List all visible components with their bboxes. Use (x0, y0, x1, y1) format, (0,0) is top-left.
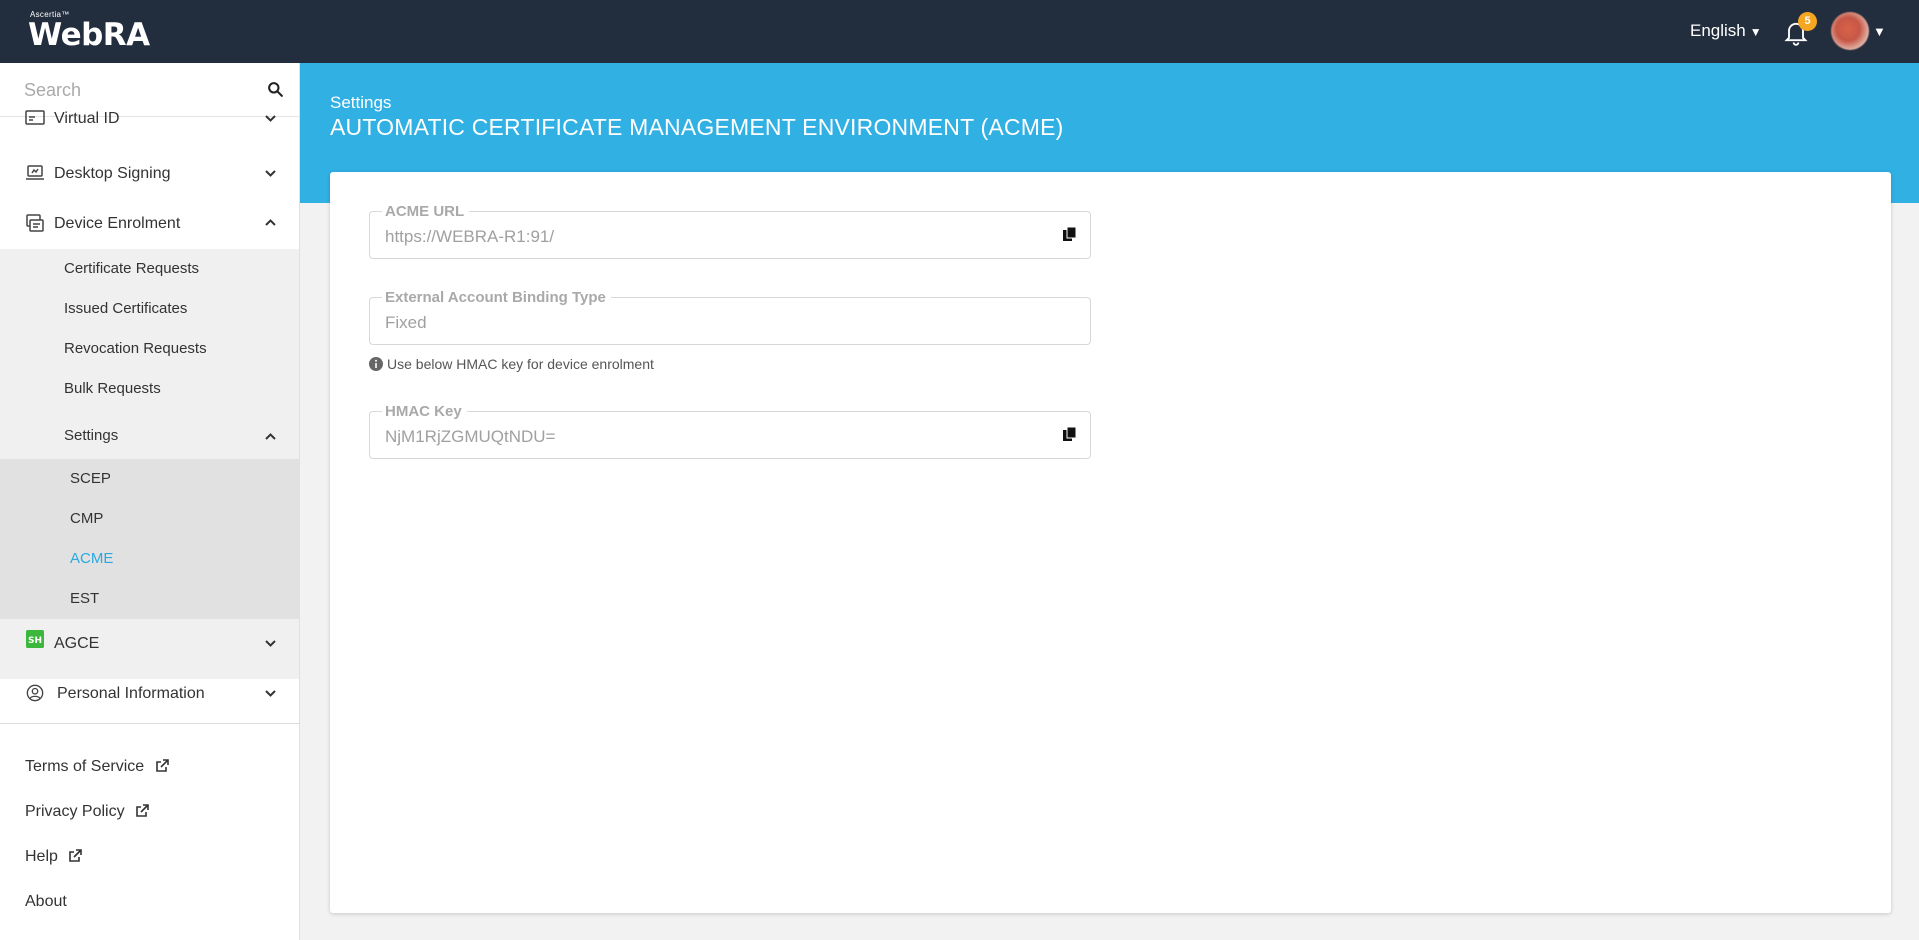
field-label: HMAC Key (382, 403, 467, 420)
agce-icon: SH (26, 630, 44, 648)
sidebar-item-device-enrolment[interactable]: Device Enrolment (0, 199, 299, 249)
breadcrumb: Settings (330, 93, 392, 112)
top-bar: Ascertia™ WebRA English ▼ 5 ▼ (0, 0, 1919, 63)
chevron-up-icon (265, 433, 276, 440)
sidebar-item-cmp[interactable]: CMP (0, 499, 299, 539)
link-label: Help (25, 848, 58, 865)
sidebar-item-agce[interactable]: SH AGCE (0, 619, 299, 669)
svg-text:SH: SH (28, 636, 42, 646)
sidebar: Virtual ID Desktop Signing Device Enrolm… (0, 63, 300, 940)
sidebar-item-bulk-requests[interactable]: Bulk Requests (0, 369, 299, 409)
sidebar-item-label: Bulk Requests (64, 380, 161, 397)
logo-brand: WebRA (28, 17, 150, 53)
language-label: English (1690, 21, 1746, 40)
hint-text: Use below HMAC key for device enrolment (387, 356, 654, 372)
device-enrolment-icon (26, 214, 44, 232)
notification-badge: 5 (1798, 12, 1817, 31)
chevron-up-icon (265, 219, 276, 226)
acme-url-value: https://WEBRA-R1:91/ (385, 227, 555, 246)
sidebar-item-label: Device Enrolment (54, 215, 181, 232)
sidebar-item-virtual-id[interactable]: Virtual ID (0, 100, 299, 150)
sidebar-item-settings[interactable]: Settings (0, 413, 299, 459)
virtual-id-icon (25, 110, 45, 125)
sidebar-item-label: AGCE (54, 635, 100, 652)
chevron-down-icon (265, 640, 276, 647)
link-label: Privacy Policy (25, 803, 125, 820)
avatar[interactable] (1831, 12, 1869, 50)
about-link[interactable]: About (25, 893, 67, 911)
page-title: AUTOMATIC CERTIFICATE MANAGEMENT ENVIRON… (330, 114, 1064, 140)
chevron-down-icon (265, 170, 276, 177)
hmac-key-field[interactable]: HMAC Key NjM1RjZGMUQtNDU= (369, 403, 1091, 459)
language-selector[interactable]: English ▼ (1690, 21, 1762, 41)
sidebar-item-personal-information[interactable]: Personal Information (0, 669, 299, 719)
sidebar-item-acme[interactable]: ACME (0, 539, 299, 579)
hmac-hint: Use below HMAC key for device enrolment (369, 356, 654, 372)
field-label: ACME URL (382, 203, 470, 220)
copy-icon[interactable] (1062, 226, 1078, 243)
sidebar-divider (0, 723, 299, 724)
settings-submenu: SCEP CMP ACME EST (0, 459, 299, 619)
sidebar-item-label: SCEP (70, 470, 111, 487)
desktop-signing-icon (26, 165, 44, 180)
hmac-key-value: NjM1RjZGMUQtNDU= (385, 427, 556, 446)
terms-of-service-link[interactable]: Terms of Service (25, 758, 169, 776)
sidebar-item-label: Personal Information (57, 685, 205, 702)
content-card (330, 172, 1891, 913)
external-link-icon (69, 849, 83, 862)
sidebar-item-label: Certificate Requests (64, 260, 200, 277)
link-label: About (25, 893, 67, 910)
external-account-binding-type-field[interactable]: External Account Binding Type Fixed (369, 289, 1091, 345)
external-link-icon (136, 804, 149, 817)
privacy-policy-link[interactable]: Privacy Policy (25, 803, 149, 821)
copy-icon[interactable] (1062, 426, 1078, 443)
sidebar-item-label: CMP (70, 510, 104, 527)
sidebar-item-certificate-requests[interactable]: Certificate Requests (0, 249, 299, 289)
sidebar-item-revocation-requests[interactable]: Revocation Requests (0, 329, 299, 369)
sidebar-item-desktop-signing[interactable]: Desktop Signing (0, 149, 299, 199)
external-link-icon (155, 759, 169, 772)
sidebar-item-label: Issued Certificates (64, 300, 188, 317)
device-enrolment-submenu: Certificate Requests Issued Certificates… (0, 249, 299, 679)
caret-down-icon[interactable]: ▼ (1873, 24, 1886, 39)
sidebar-item-label: Settings (64, 427, 119, 444)
caret-down-icon: ▼ (1749, 25, 1762, 39)
field-label: External Account Binding Type (382, 289, 611, 306)
sidebar-item-est[interactable]: EST (0, 579, 299, 619)
sidebar-item-label: ACME (70, 550, 114, 567)
chevron-down-icon (265, 115, 276, 122)
search-icon[interactable] (267, 81, 284, 98)
sidebar-item-label: Revocation Requests (64, 340, 207, 357)
info-icon (369, 357, 383, 371)
chevron-down-icon (265, 690, 276, 697)
acme-url-field[interactable]: ACME URL https://WEBRA-R1:91/ (369, 203, 1091, 259)
sidebar-item-label: EST (70, 590, 100, 607)
sidebar-item-issued-certificates[interactable]: Issued Certificates (0, 289, 299, 329)
link-label: Terms of Service (25, 758, 145, 775)
sidebar-item-label: Desktop Signing (54, 165, 171, 182)
webra-logo[interactable]: Ascertia™ WebRA (28, 10, 150, 51)
help-link[interactable]: Help (25, 848, 83, 866)
binding-type-value: Fixed (385, 313, 427, 332)
sidebar-item-scep[interactable]: SCEP (0, 459, 299, 499)
sidebar-item-label: Virtual ID (54, 110, 120, 127)
user-circle-icon (26, 684, 44, 702)
